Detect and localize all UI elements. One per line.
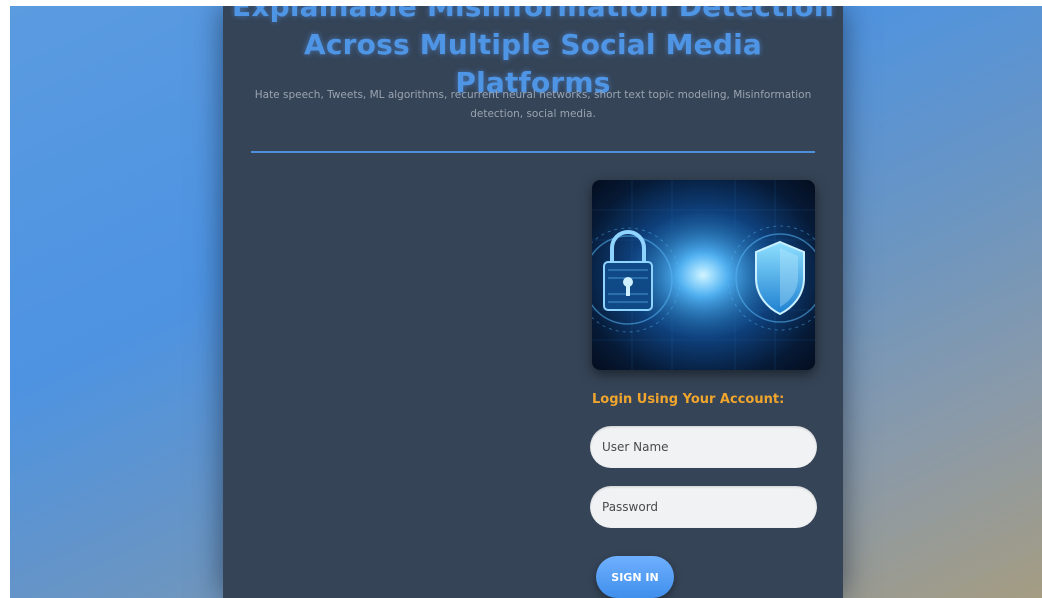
login-heading: Login Using Your Account: xyxy=(592,392,785,407)
page-background: Explainable Misinformation Detection Acr… xyxy=(10,6,1042,598)
main-panel: Explainable Misinformation Detection Acr… xyxy=(223,6,843,598)
keywords-text: Hate speech, Tweets, ML algorithms, recu… xyxy=(254,89,812,120)
padlock-icon xyxy=(603,230,653,311)
security-hero-image xyxy=(592,180,815,370)
header-divider xyxy=(251,151,815,153)
username-input[interactable] xyxy=(590,426,817,468)
password-input[interactable] xyxy=(590,486,817,528)
sign-in-button[interactable]: SIGN IN xyxy=(596,556,674,598)
